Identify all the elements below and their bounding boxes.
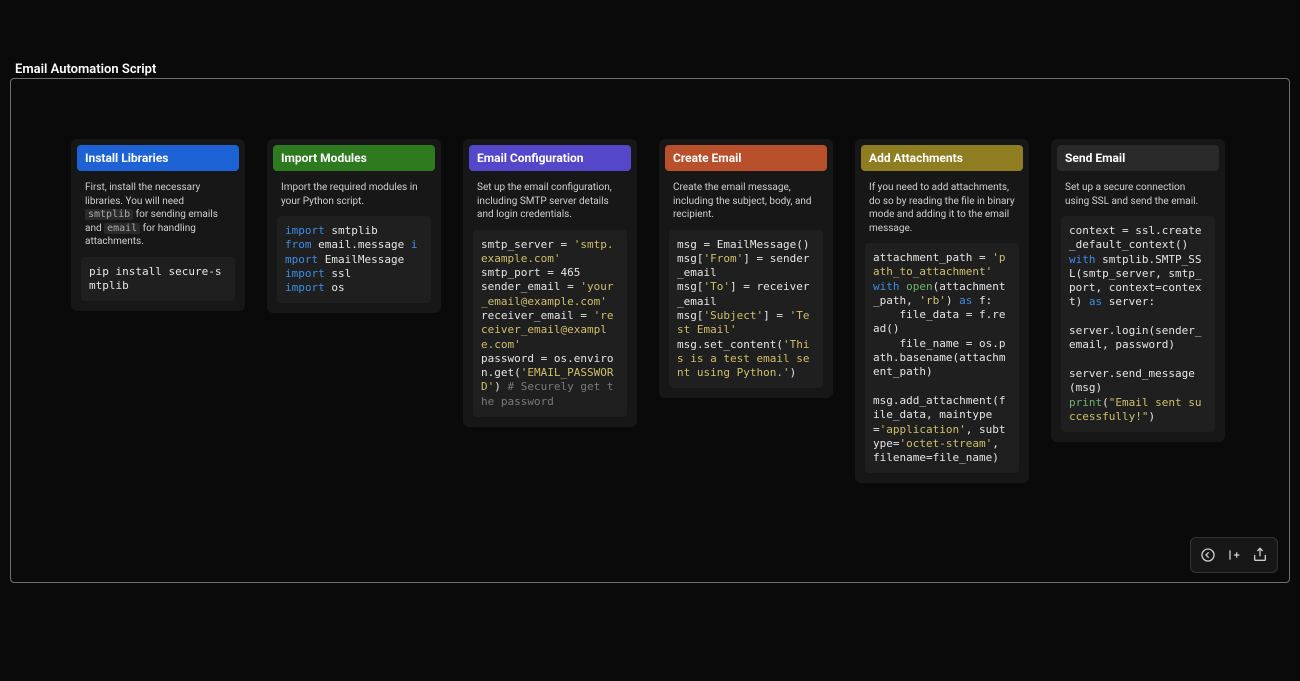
workflow-card[interactable]: Add AttachmentsIf you need to add attach… <box>855 139 1029 483</box>
card-code: context = ssl.create_default_context() w… <box>1061 216 1215 432</box>
card-description: First, install the necessary libraries. … <box>77 171 239 257</box>
page-title: Email Automation Script <box>15 62 156 77</box>
workflow-card[interactable]: Create EmailCreate the email message, in… <box>659 139 833 398</box>
card-description: Import the required modules in your Pyth… <box>273 171 435 216</box>
card-code: msg = EmailMessage() msg['From'] = sende… <box>669 230 823 389</box>
share-icon <box>1252 547 1268 563</box>
card-description: Set up a secure connection using SSL and… <box>1057 171 1219 216</box>
card-title: Install Libraries <box>77 145 239 171</box>
floating-toolbar <box>1190 537 1278 573</box>
workflow-card[interactable]: Import ModulesImport the required module… <box>267 139 441 313</box>
card-description: Set up the email configuration, includin… <box>469 171 631 230</box>
add-column-icon <box>1226 547 1242 563</box>
card-title: Email Configuration <box>469 145 631 171</box>
workflow-frame: Install LibrariesFirst, install the nece… <box>10 78 1290 583</box>
card-code: import smtplib from email.message import… <box>277 216 431 303</box>
card-code: attachment_path = 'path_to_attachment' w… <box>865 243 1019 473</box>
chevron-left-circle-icon <box>1200 547 1216 563</box>
card-title: Create Email <box>665 145 827 171</box>
share-button[interactable] <box>1247 542 1273 568</box>
card-description: Create the email message, including the … <box>665 171 827 230</box>
card-code: smtp_server = 'smtp.example.com' smtp_po… <box>473 230 627 418</box>
workflow-card[interactable]: Email ConfigurationSet up the email conf… <box>463 139 637 427</box>
card-title: Import Modules <box>273 145 435 171</box>
add-step-button[interactable] <box>1221 542 1247 568</box>
card-code: pip install secure-smtplib <box>81 257 235 302</box>
card-title: Send Email <box>1057 145 1219 171</box>
card-title: Add Attachments <box>861 145 1023 171</box>
back-button[interactable] <box>1195 542 1221 568</box>
workflow-card[interactable]: Install LibrariesFirst, install the nece… <box>71 139 245 311</box>
card-description: If you need to add attachments, do so by… <box>861 171 1023 243</box>
workflow-card[interactable]: Send EmailSet up a secure connection usi… <box>1051 139 1225 442</box>
